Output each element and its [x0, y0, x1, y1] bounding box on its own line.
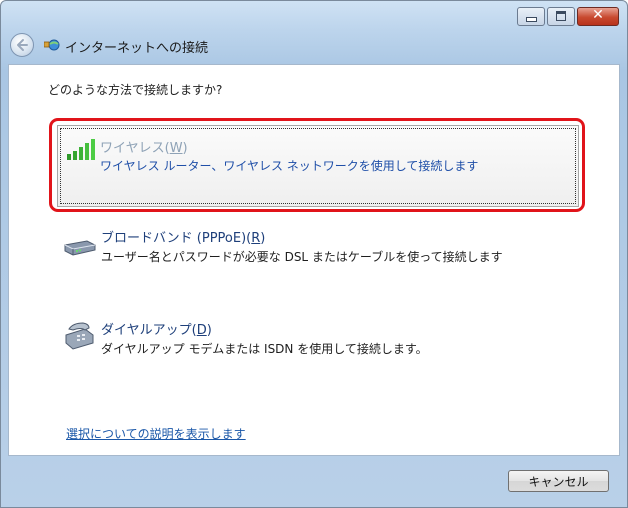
option-hotkey: R [251, 231, 261, 246]
option-title-prefix: ワイヤレス( [100, 141, 170, 156]
maximize-icon [556, 11, 566, 21]
cancel-button[interactable]: キャンセル [508, 470, 609, 492]
window-title: インターネットへの接続 [65, 41, 209, 56]
back-arrow-icon [17, 39, 28, 51]
option-description: ワイヤレス ルーター、ワイヤレス ネットワークを使用して接続します [100, 159, 479, 173]
option-title: ダイヤルアップ(D) [101, 319, 212, 338]
option-wireless[interactable]: ワイヤレス(W) ワイヤレス ルーター、ワイヤレス ネットワークを使用して接続し… [57, 125, 579, 207]
title-bar[interactable]: ✕ [1, 1, 627, 29]
maximize-button[interactable] [547, 7, 575, 26]
page-question: どのような方法で接続しますか? [48, 83, 223, 97]
broadband-modem-icon [64, 240, 96, 256]
wireless-signal-icon [67, 139, 95, 160]
close-icon: ✕ [592, 7, 604, 23]
content-panel: どのような方法で接続しますか? ワイヤレス(W) ワイヤレス ルーター、ワイヤレ… [8, 64, 620, 456]
minimize-button[interactable] [517, 7, 545, 26]
close-button[interactable]: ✕ [577, 7, 619, 26]
option-dialup[interactable]: ダイヤルアップ(D) ダイヤルアップ モデムまたは ISDN を使用して接続しま… [59, 317, 584, 361]
wizard-window: ✕ インターネットへの接続 どのような方法で接続しますか? ワイヤレス(W) ワ… [0, 0, 628, 508]
option-title: ブロードバンド (PPPoE)(R) [101, 227, 265, 246]
back-button[interactable] [10, 33, 34, 57]
option-description: ダイヤルアップ モデムまたは ISDN を使用して接続します。 [101, 342, 428, 356]
option-hotkey: D [196, 323, 207, 338]
option-title-suffix: ) [206, 323, 212, 338]
footer-bar: キャンセル [1, 457, 627, 507]
option-hotkey: W [169, 141, 183, 156]
option-title-suffix: ) [182, 141, 188, 156]
option-description: ユーザー名とパスワードが必要な DSL またはケーブルを使って接続します [101, 250, 503, 264]
option-title-prefix: ダイヤルアップ( [101, 323, 197, 338]
caption-buttons: ✕ [517, 7, 619, 26]
minimize-icon [526, 17, 537, 22]
option-broadband[interactable]: ブロードバンド (PPPoE)(R) ユーザー名とパスワードが必要な DSL ま… [59, 225, 584, 269]
option-title-prefix: ブロードバンド (PPPoE)( [101, 231, 252, 246]
dialup-phone-icon [65, 322, 94, 350]
option-title: ワイヤレス(W) [100, 137, 188, 156]
help-link[interactable]: 選択についての説明を表示します [66, 425, 246, 442]
option-title-suffix: ) [260, 231, 266, 246]
network-globe-icon [44, 39, 60, 51]
navigation-row: インターネットへの接続 [1, 29, 627, 61]
